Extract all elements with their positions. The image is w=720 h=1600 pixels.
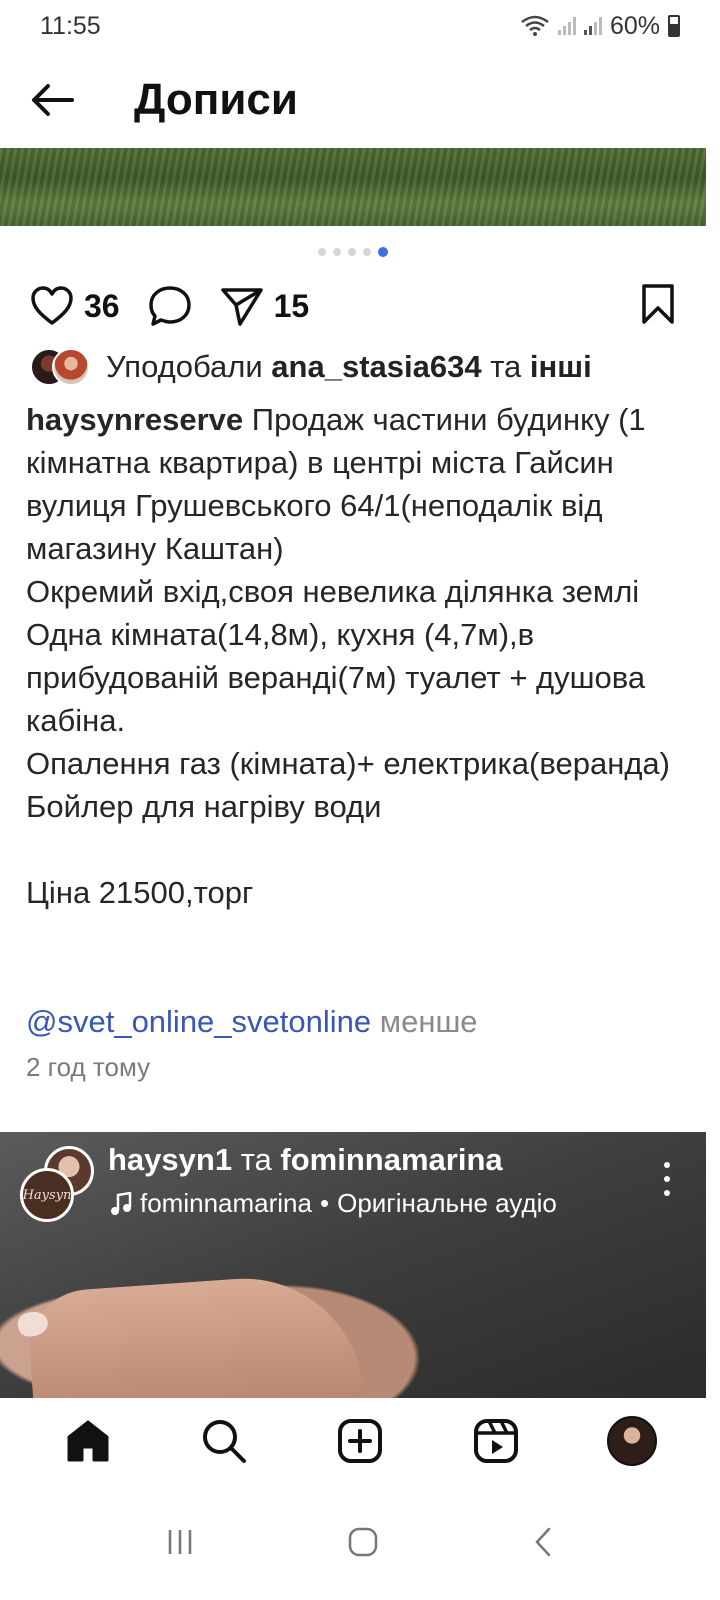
like-button[interactable]: 36: [30, 286, 120, 326]
carousel-dot: [333, 248, 341, 256]
reel-thumbnail: [25, 1270, 365, 1398]
home-icon: [67, 1420, 109, 1462]
signal-icon: [557, 17, 576, 35]
carousel-dot: [318, 248, 326, 256]
reel-conj: та: [240, 1142, 272, 1177]
shares-count: 15: [273, 287, 310, 324]
likes-conj: та: [490, 349, 522, 384]
reel-user-2[interactable]: fominnamarina: [280, 1142, 502, 1177]
nav-reels[interactable]: [466, 1411, 526, 1471]
likes-others[interactable]: інші: [530, 349, 592, 385]
post-time: 2 год тому: [26, 1052, 151, 1082]
reel-audio-user: fominnamarina: [140, 1188, 312, 1218]
post-image[interactable]: [0, 148, 706, 226]
bottom-nav: [0, 1398, 720, 1484]
nav-home[interactable]: [58, 1411, 118, 1471]
system-nav-bar: [0, 1484, 720, 1600]
caption-username[interactable]: haysynreserve: [26, 402, 243, 437]
reel-audio[interactable]: fominnamarina • Оригінальне аудіо: [110, 1188, 557, 1219]
more-options-button[interactable]: [662, 1162, 672, 1196]
next-post-reel[interactable]: Haysyn haysyn1 та fominnamarina fominnam…: [0, 1132, 706, 1398]
back-button[interactable]: [22, 70, 82, 130]
liker-avatars: [30, 348, 92, 386]
send-icon: [220, 288, 263, 326]
liker-username[interactable]: ana_stasia634: [271, 349, 481, 385]
wifi-icon: [521, 15, 549, 36]
carousel-dot-active: [378, 247, 388, 257]
reel-audio-label: Оригінальне аудіо: [337, 1188, 557, 1218]
caption-footer: @svet_online_svetonline менше: [26, 1000, 478, 1043]
bookmark-icon: [642, 283, 674, 324]
avatar: [52, 348, 90, 386]
battery-icon: [668, 15, 680, 37]
arrow-left-icon: [32, 84, 74, 116]
comment-icon: [148, 286, 191, 326]
status-time: 11:55: [40, 11, 101, 40]
signal-icon-2: [583, 17, 602, 35]
add-post-icon: [338, 1419, 382, 1463]
save-button[interactable]: [640, 283, 676, 330]
status-icons: 60%: [520, 12, 680, 41]
share-button[interactable]: 15: [220, 285, 310, 327]
liked-by[interactable]: Уподобали ana_stasia634 та інші: [30, 348, 592, 386]
battery-percent: 60%: [609, 11, 660, 40]
music-note-icon: [111, 1191, 132, 1215]
carousel-indicator: [0, 247, 706, 257]
mention-link[interactable]: @svet_online_svetonline: [26, 1004, 371, 1039]
reel-separator: •: [319, 1188, 330, 1218]
reel-authors: haysyn1 та fominnamarina: [108, 1142, 503, 1178]
search-icon: [203, 1420, 246, 1463]
back-nav-icon[interactable]: [531, 1525, 555, 1559]
home-button-icon[interactable]: [346, 1525, 380, 1559]
comment-button[interactable]: [148, 285, 192, 327]
status-bar: 11:55 60%: [0, 0, 720, 52]
nav-profile[interactable]: [602, 1411, 662, 1471]
caption-text: Продаж частини будинку (1 кімнатна кварт…: [26, 402, 670, 910]
likes-count: 36: [84, 287, 120, 324]
page-title: Дописи: [134, 75, 298, 124]
header: Дописи: [0, 52, 720, 148]
more-vert-icon: [664, 1162, 670, 1168]
reel-user-1[interactable]: haysyn1: [108, 1142, 232, 1177]
nav-search[interactable]: [194, 1411, 254, 1471]
likes-prefix: Уподобали: [106, 349, 263, 384]
avatar[interactable]: Haysyn: [20, 1168, 74, 1222]
carousel-dot: [348, 248, 356, 256]
reels-icon: [474, 1419, 518, 1463]
carousel-dot: [363, 248, 371, 256]
heart-icon: [31, 286, 73, 325]
avatar: [607, 1416, 657, 1466]
recent-apps-icon[interactable]: [165, 1527, 195, 1557]
post-actions: 36 15: [30, 278, 676, 334]
nav-create[interactable]: [330, 1411, 390, 1471]
more-vert-icon: [664, 1176, 670, 1182]
more-vert-icon: [664, 1190, 670, 1196]
post-caption: haysynreserve Продаж частини будинку (1 …: [26, 398, 686, 914]
less-button[interactable]: менше: [380, 1004, 478, 1039]
